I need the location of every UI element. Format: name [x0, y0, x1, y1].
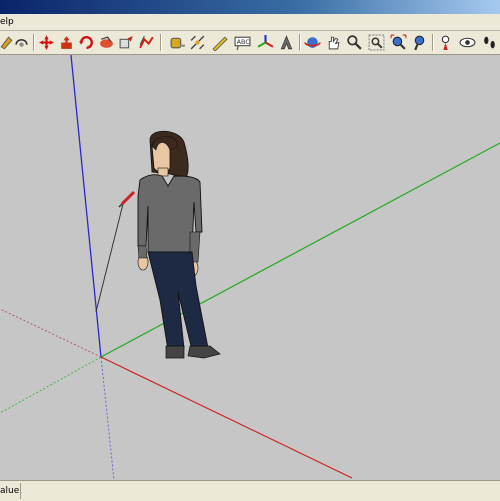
dimension-tool-icon[interactable] [188, 33, 207, 52]
person-figure [137, 130, 221, 359]
offset-tool-icon[interactable] [137, 33, 156, 52]
protractor-tool-icon[interactable] [210, 33, 229, 52]
toolbar-separator [160, 34, 162, 51]
push-pull-tool-icon[interactable] [57, 33, 76, 52]
walk-icon[interactable] [480, 33, 499, 52]
svg-text:ABC: ABC [237, 38, 251, 46]
toolbar-separator [432, 34, 434, 51]
red-axis [100, 356, 353, 479]
3d-text-tool-icon[interactable] [277, 33, 296, 52]
orbit-icon[interactable] [303, 33, 322, 52]
look-around-icon[interactable] [458, 33, 477, 52]
move-tool-icon[interactable] [37, 33, 56, 52]
status-bar: alue. [0, 480, 500, 501]
red-axis-negative [0, 308, 102, 358]
menu-help[interactable]: elp [0, 14, 14, 30]
status-divider [20, 483, 21, 499]
axes-tool-icon[interactable] [256, 33, 275, 52]
tool-palette: ABC [0, 31, 500, 55]
green-axis-negative [0, 356, 102, 414]
follow-me-tool-icon[interactable] [97, 33, 116, 52]
window-title-bar [0, 0, 500, 14]
zoom-extents-icon[interactable] [389, 33, 408, 52]
text-tool-icon[interactable]: ABC [233, 33, 252, 52]
toolbar-separator [33, 34, 35, 51]
pan-icon[interactable] [324, 33, 343, 52]
position-camera-icon[interactable] [436, 33, 455, 52]
menu-bar: elp [0, 14, 500, 31]
rotate-tool-icon[interactable] [77, 33, 96, 52]
scene-canvas [0, 55, 500, 480]
drawn-line [95, 199, 125, 313]
zoom-window-icon[interactable] [367, 33, 386, 52]
pencil-cursor-icon [118, 190, 136, 208]
previous-view-icon[interactable] [410, 33, 429, 52]
blue-axis-negative [100, 356, 115, 480]
drawing-viewport[interactable] [0, 55, 500, 480]
scale-tool-icon[interactable] [117, 33, 136, 52]
status-text: alue. [0, 486, 23, 496]
toolbar-separator [299, 34, 301, 51]
orbit-tool-icon[interactable] [12, 33, 31, 52]
tape-measure-tool-icon[interactable] [168, 33, 187, 52]
zoom-icon[interactable] [345, 33, 364, 52]
